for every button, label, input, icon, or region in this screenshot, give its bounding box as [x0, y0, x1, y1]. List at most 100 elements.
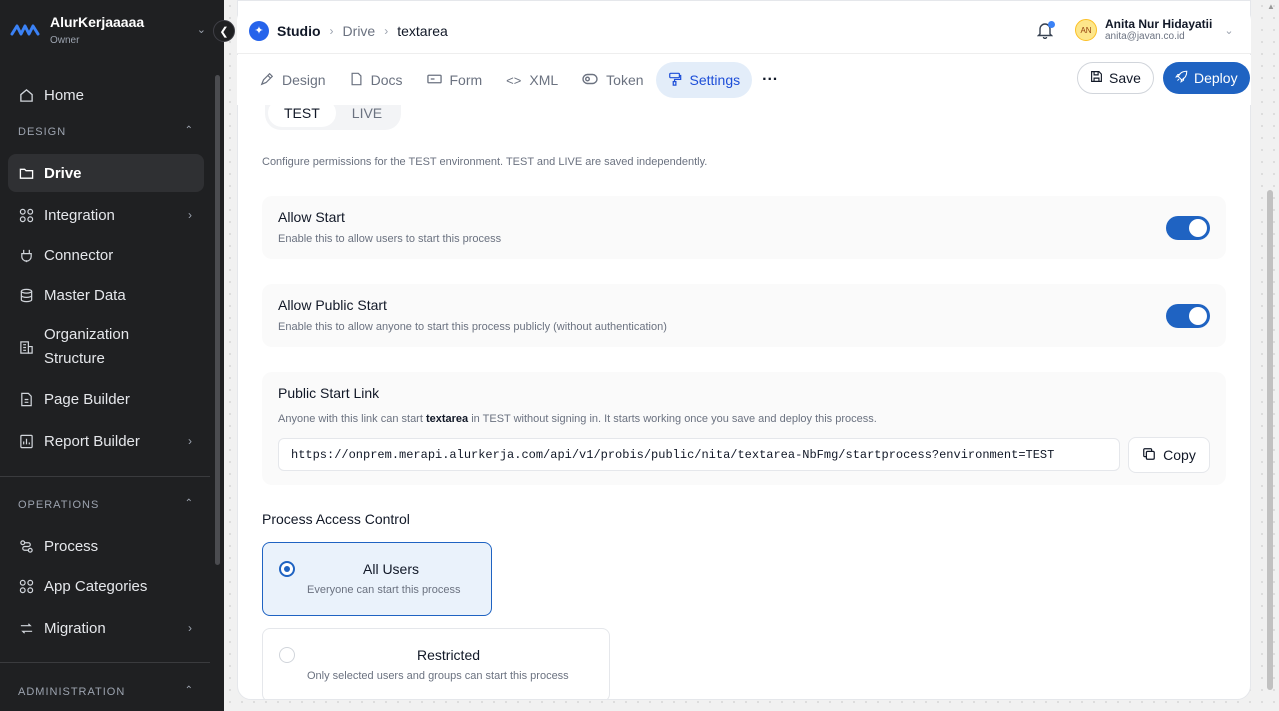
scroll-up-arrow-icon[interactable]: ▲ — [1267, 2, 1275, 11]
sidebar-item-label: Migration — [44, 619, 106, 637]
notification-bell-icon[interactable] — [1036, 21, 1055, 40]
access-option-restricted[interactable]: Restricted Only selected users and group… — [262, 628, 610, 699]
save-button[interactable]: Save — [1077, 62, 1154, 94]
sidebar-item-home[interactable]: Home — [8, 82, 204, 108]
user-menu[interactable]: AN Anita Nur Hidayatii anita@javan.co.id… — [1075, 17, 1234, 43]
access-control-title: Process Access Control — [262, 511, 410, 527]
breadcrumb: ✦ Studio › Drive › textarea — [249, 20, 448, 41]
tab-design[interactable]: Design — [248, 62, 338, 98]
section-administration[interactable]: ADMINISTRATION ⌃ — [18, 685, 194, 698]
folder-icon — [18, 165, 34, 181]
code-icon: <> — [506, 72, 522, 88]
copy-button[interactable]: Copy — [1128, 437, 1210, 473]
grid-icon — [18, 207, 34, 223]
sidebar-item-label: Organization Structure — [44, 326, 130, 367]
chevron-down-icon: ⌄ — [196, 24, 206, 36]
sidebar-item-app-categories[interactable]: App Categories — [8, 573, 204, 599]
more-options-button[interactable]: ··· — [752, 62, 788, 98]
sidebar-item-integration[interactable]: Integration › — [8, 202, 204, 228]
public-link-title: Public Start Link — [278, 385, 380, 401]
notification-dot — [1048, 21, 1055, 28]
allow-start-card: Allow Start Enable this to allow users t… — [262, 196, 1226, 259]
org-chart-icon — [18, 339, 34, 355]
chevron-up-icon: ⌃ — [184, 498, 194, 509]
sidebar-item-master-data[interactable]: Master Data — [8, 282, 204, 308]
chevron-right-icon: › — [384, 23, 389, 38]
sidebar-item-label: Report Builder — [44, 432, 140, 450]
database-icon — [18, 287, 34, 303]
sidebar-item-drive[interactable]: Drive — [8, 154, 204, 192]
copy-icon — [1142, 447, 1156, 464]
chevron-left-icon: ❮ — [219, 25, 229, 38]
chevron-right-icon: › — [188, 208, 192, 222]
allow-public-start-title: Allow Public Start — [278, 297, 387, 313]
sidebar-item-migration[interactable]: Migration › — [8, 615, 204, 641]
tab-token[interactable]: Token — [570, 62, 655, 98]
more-horizontal-icon: ··· — [762, 71, 779, 88]
allow-start-subtitle: Enable this to allow users to start this… — [278, 233, 502, 245]
option-subtitle: Only selected users and groups can start… — [307, 670, 569, 682]
tab-settings[interactable]: Settings — [655, 62, 753, 98]
form-icon — [426, 73, 442, 88]
public-link-field[interactable]: https://onprem.merapi.alurkerja.com/api/… — [278, 438, 1120, 471]
deploy-button[interactable]: Deploy — [1163, 62, 1250, 94]
allow-public-start-card: Allow Public Start Enable this to allow … — [262, 284, 1226, 347]
sidebar-scrollbar[interactable] — [215, 75, 220, 565]
org-switcher[interactable]: AlurKerjaaaaa Owner ⌄ — [10, 10, 210, 50]
document-icon — [350, 72, 363, 89]
allow-public-start-subtitle: Enable this to allow anyone to start thi… — [278, 321, 667, 333]
sidebar-item-label: Drive — [44, 164, 82, 182]
workflow-icon — [18, 538, 34, 554]
sidebar-item-page-builder[interactable]: Page Builder — [8, 386, 204, 412]
allow-start-title: Allow Start — [278, 209, 345, 225]
breadcrumb-current: textarea — [397, 22, 448, 39]
org-role: Owner — [50, 34, 80, 46]
sidebar-item-connector[interactable]: Connector — [8, 242, 204, 268]
avatar: AN — [1075, 19, 1097, 41]
sidebar-item-label: Process — [44, 537, 99, 555]
settings-description: Configure permissions for the TEST envir… — [262, 156, 708, 168]
main-area: TEST LIVE Configure permissions for the … — [224, 0, 1279, 711]
breadcrumb-drive[interactable]: Drive — [343, 23, 376, 39]
sidebar-item-process[interactable]: Process — [8, 533, 204, 559]
chevron-right-icon: › — [188, 434, 192, 448]
token-icon — [582, 73, 598, 88]
radio-selected — [279, 561, 295, 577]
sidebar: AlurKerjaaaaa Owner ⌄ Home DESIGN ⌃ Driv… — [0, 0, 224, 711]
collapse-sidebar-button[interactable]: ❮ — [213, 20, 235, 42]
save-icon — [1090, 70, 1103, 86]
public-start-link-card: Public Start Link Anyone with this link … — [262, 372, 1226, 485]
chevron-right-icon: › — [329, 23, 334, 38]
sidebar-item-organization-structure[interactable]: Organization Structure — [8, 322, 204, 372]
sidebar-item-report-builder[interactable]: Report Builder › — [8, 428, 204, 454]
access-option-all-users[interactable]: All Users Everyone can start this proces… — [262, 542, 492, 616]
allow-public-start-toggle[interactable] — [1166, 304, 1210, 328]
main-scrollbar[interactable] — [1267, 190, 1273, 690]
public-link-subtitle: Anyone with this link can start textarea… — [278, 413, 877, 425]
chevron-up-icon: ⌃ — [184, 685, 194, 696]
report-icon — [18, 433, 34, 449]
breadcrumb-studio[interactable]: Studio — [277, 23, 321, 39]
rocket-icon — [1175, 70, 1188, 86]
sidebar-item-label: App Categories — [44, 577, 148, 595]
grid-icon — [18, 578, 34, 594]
option-title: All Users — [363, 561, 420, 577]
alurkerja-logo — [10, 24, 40, 36]
chevron-down-icon: ⌄ — [1224, 24, 1234, 37]
section-operations[interactable]: OPERATIONS ⌃ — [18, 498, 194, 511]
studio-icon: ✦ — [249, 20, 269, 41]
tab-form[interactable]: Form — [415, 62, 495, 98]
home-icon — [18, 87, 34, 103]
section-design[interactable]: DESIGN ⌃ — [18, 125, 194, 138]
org-name: AlurKerjaaaaa — [50, 13, 145, 30]
allow-start-toggle[interactable] — [1166, 216, 1210, 240]
settings-panel: TEST LIVE Configure permissions for the … — [237, 0, 1251, 700]
option-title: Restricted — [417, 647, 481, 663]
option-subtitle: Everyone can start this process — [307, 584, 461, 596]
tab-docs[interactable]: Docs — [338, 62, 415, 98]
tab-xml[interactable]: <> XML — [494, 62, 570, 98]
editor-tabs: Design Docs Form <> XML Token Settings ·… — [237, 55, 1251, 105]
settings-icon — [668, 72, 682, 89]
sidebar-item-label: Integration — [44, 206, 115, 224]
user-email: anita@javan.co.id — [1105, 31, 1185, 42]
